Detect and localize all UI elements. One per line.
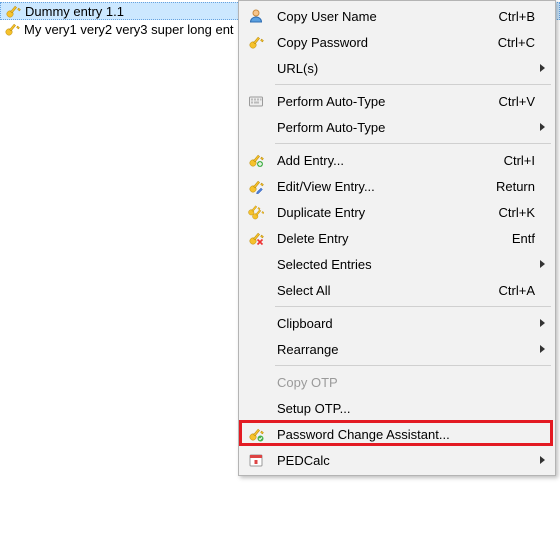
menu-item-label: Add Entry... xyxy=(271,153,504,168)
key-icon xyxy=(241,34,271,50)
menu-separator xyxy=(275,365,551,366)
menu-item-label: Password Change Assistant... xyxy=(271,427,553,442)
menu-item-shortcut: Ctrl+I xyxy=(504,153,553,168)
menu-item[interactable]: Clipboard xyxy=(241,310,553,336)
menu-item-label: Setup OTP... xyxy=(271,401,553,416)
chevron-right-icon xyxy=(540,260,545,268)
menu-item-shortcut: Ctrl+K xyxy=(499,205,553,220)
calendar-icon xyxy=(241,452,271,468)
menu-item[interactable]: Password Change Assistant... xyxy=(241,421,553,447)
key-add-icon xyxy=(241,152,271,168)
menu-item[interactable]: Perform Auto-Type xyxy=(241,114,553,140)
chevron-right-icon xyxy=(540,123,545,131)
menu-item-label: Copy User Name xyxy=(271,9,499,24)
chevron-right-icon xyxy=(540,319,545,327)
menu-item-label: Selected Entries xyxy=(271,257,553,272)
menu-item[interactable]: Copy User Name Ctrl+B xyxy=(241,3,553,29)
menu-item: Copy OTP xyxy=(241,369,553,395)
menu-item-label: Copy Password xyxy=(271,35,498,50)
menu-item[interactable]: URL(s) xyxy=(241,55,553,81)
menu-item[interactable]: Selected Entries xyxy=(241,251,553,277)
context-menu: Copy User Name Ctrl+B Copy Password Ctrl… xyxy=(238,0,556,476)
menu-item-label: Perform Auto-Type xyxy=(271,120,553,135)
menu-item-label: URL(s) xyxy=(271,61,553,76)
menu-item[interactable]: Setup OTP... xyxy=(241,395,553,421)
entry-label: Dummy entry 1.1 xyxy=(25,4,124,19)
menu-item[interactable]: Delete Entry Entf xyxy=(241,225,553,251)
chevron-right-icon xyxy=(540,456,545,464)
menu-item[interactable]: Rearrange xyxy=(241,336,553,362)
menu-item-label: Edit/View Entry... xyxy=(271,179,496,194)
menu-item-shortcut: Ctrl+C xyxy=(498,35,553,50)
menu-item-label: Perform Auto-Type xyxy=(271,94,499,109)
menu-item-label: Clipboard xyxy=(271,316,553,331)
menu-separator xyxy=(275,143,551,144)
autotype-icon xyxy=(241,93,271,109)
menu-item[interactable]: Add Entry... Ctrl+I xyxy=(241,147,553,173)
menu-item-label: Select All xyxy=(271,283,499,298)
menu-item[interactable]: PEDCalc xyxy=(241,447,553,473)
menu-item[interactable]: Select All Ctrl+A xyxy=(241,277,553,303)
menu-item[interactable]: Copy Password Ctrl+C xyxy=(241,29,553,55)
key-icon xyxy=(4,21,20,37)
menu-separator xyxy=(275,84,551,85)
key-dup-icon xyxy=(241,204,271,220)
menu-item[interactable]: Edit/View Entry... Return xyxy=(241,173,553,199)
menu-item[interactable]: Duplicate Entry Ctrl+K xyxy=(241,199,553,225)
chevron-right-icon xyxy=(540,345,545,353)
user-icon xyxy=(241,8,271,24)
menu-item-label: Duplicate Entry xyxy=(271,205,499,220)
menu-item-label: Rearrange xyxy=(271,342,553,357)
key-edit-icon xyxy=(241,178,271,194)
menu-item-shortcut: Ctrl+A xyxy=(499,283,553,298)
key-icon xyxy=(5,3,21,19)
chevron-right-icon xyxy=(540,64,545,72)
menu-item-label: Delete Entry xyxy=(271,231,512,246)
menu-item-label: Copy OTP xyxy=(271,375,553,390)
menu-item-shortcut: Ctrl+V xyxy=(499,94,553,109)
menu-item[interactable]: Perform Auto-Type Ctrl+V xyxy=(241,88,553,114)
key-del-icon xyxy=(241,230,271,246)
menu-item-shortcut: Ctrl+B xyxy=(499,9,553,24)
menu-item-label: PEDCalc xyxy=(271,453,553,468)
entry-label: My very1 very2 very3 super long entry xyxy=(24,22,234,37)
key-pca-icon xyxy=(241,426,271,442)
menu-separator xyxy=(275,306,551,307)
menu-item-shortcut: Return xyxy=(496,179,553,194)
menu-item-shortcut: Entf xyxy=(512,231,553,246)
